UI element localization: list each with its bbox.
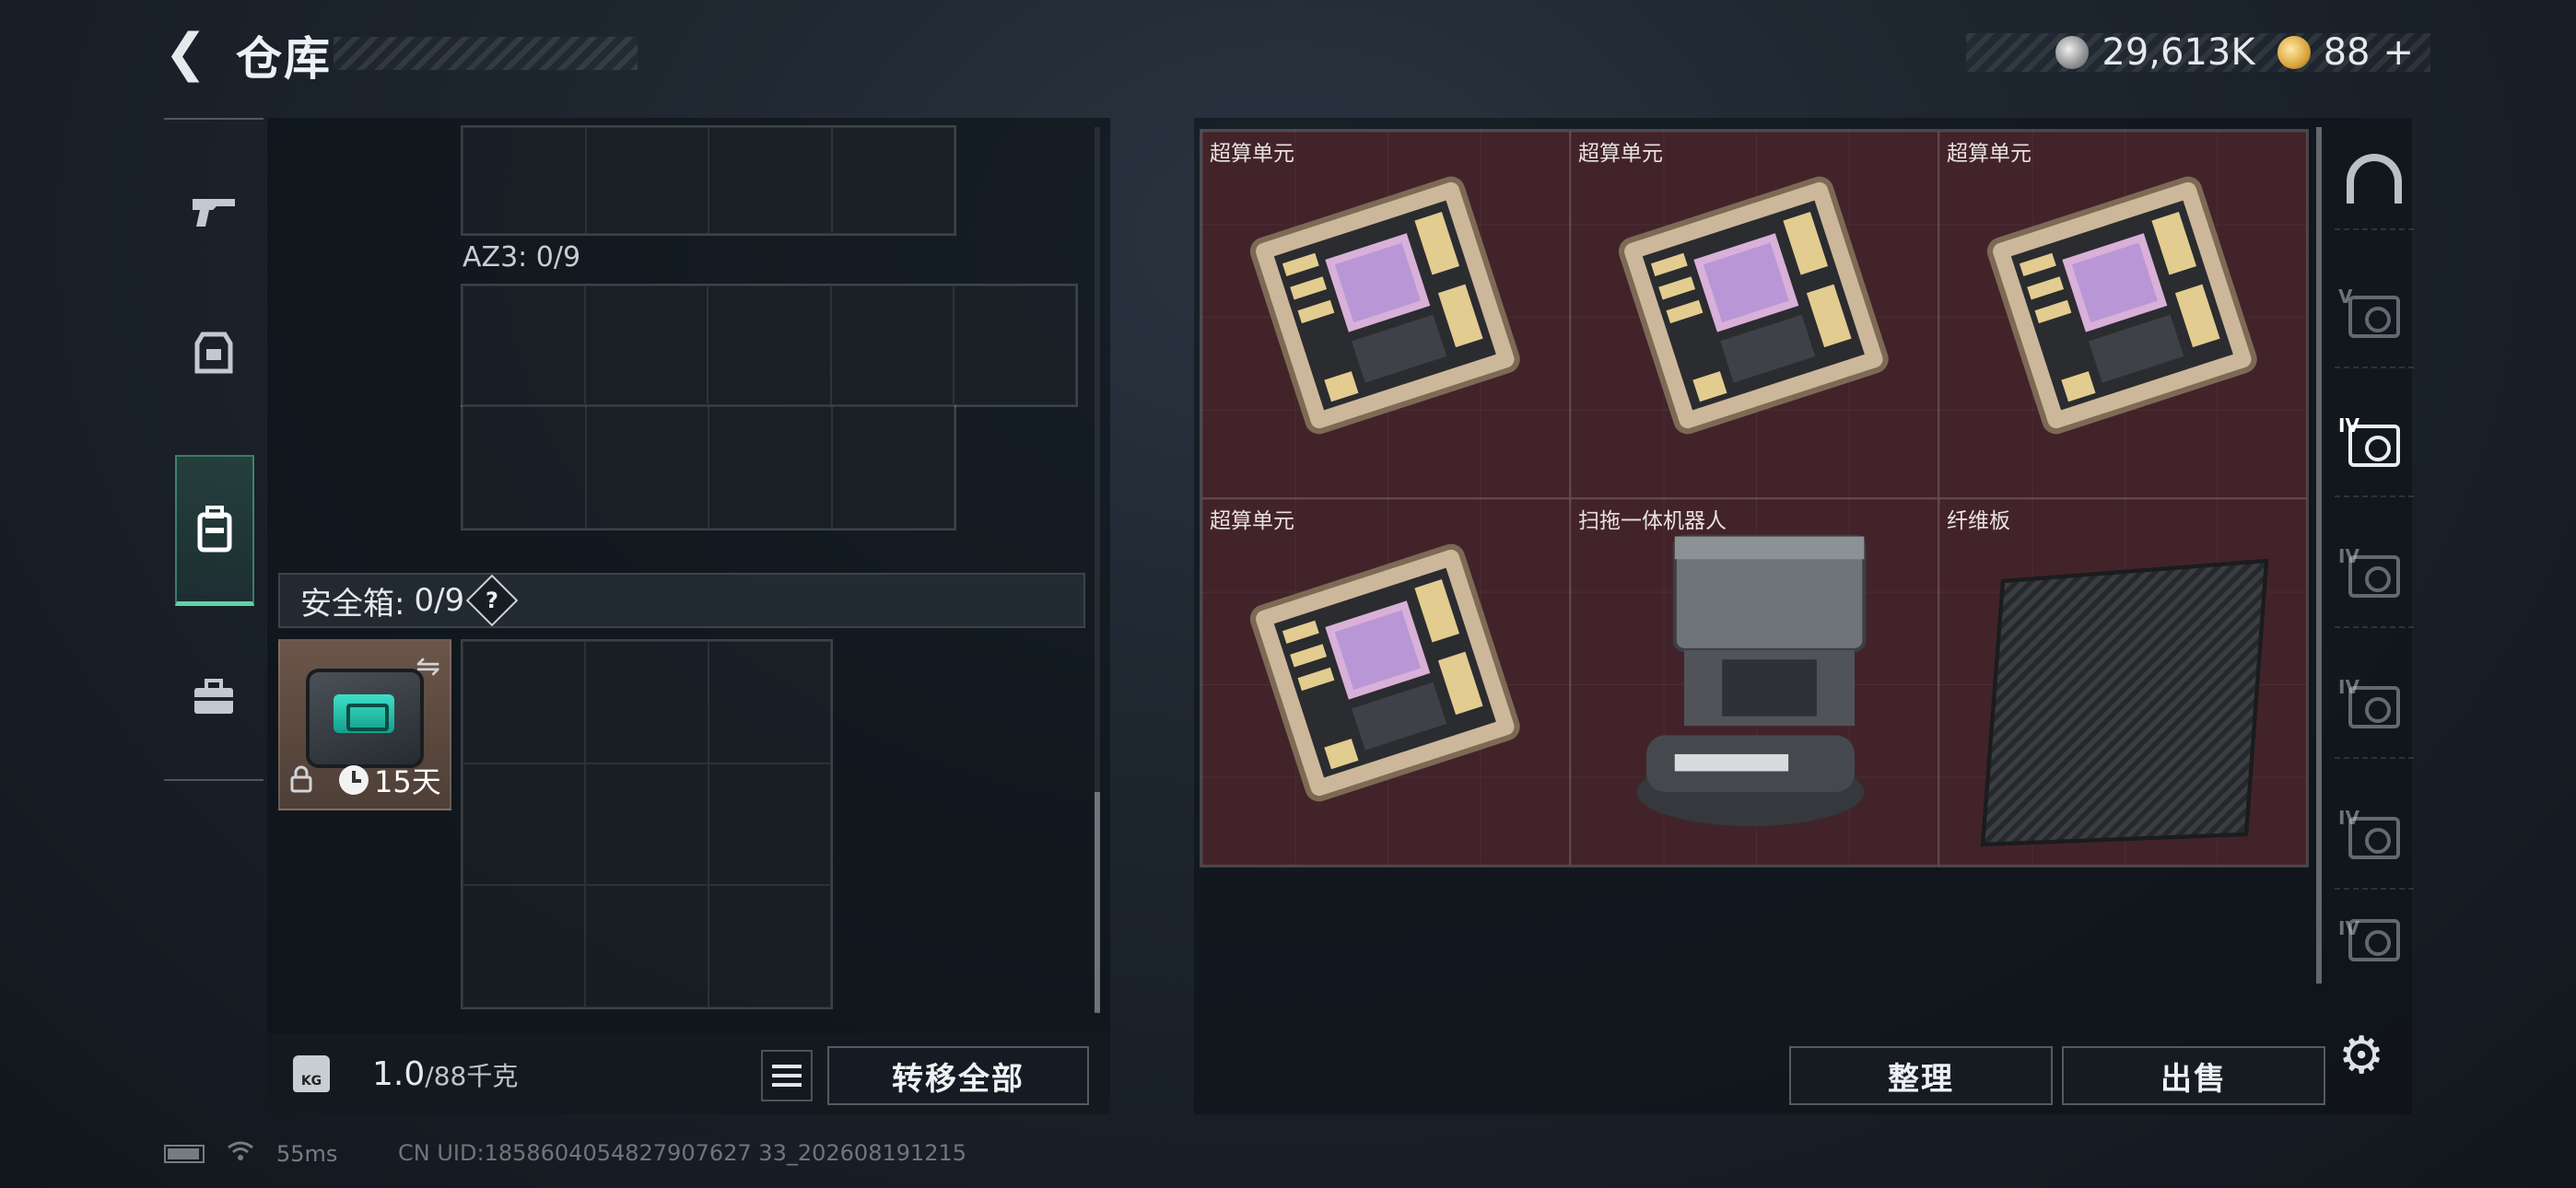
stash-item[interactable]: 超算单元 (1201, 131, 1570, 498)
robot-vacuum-icon (1636, 534, 1867, 827)
weapon-category-icon[interactable] (175, 157, 252, 267)
grid-cell[interactable] (830, 285, 954, 405)
category-sidebar (164, 118, 263, 781)
stash-item[interactable]: 超算单元 (1570, 131, 1938, 498)
silver-currency-value: 29,613K (2102, 31, 2255, 74)
back-icon[interactable]: ❮ (164, 28, 210, 79)
weight-capacity: /88千克 (425, 1061, 519, 1091)
clock-icon (339, 765, 369, 795)
wifi-icon (227, 1140, 254, 1168)
circuit-board-icon (1249, 176, 1520, 435)
safe-box-count: 0/9 (414, 582, 465, 619)
grid-cell[interactable] (585, 885, 708, 1007)
circuit-board-icon (1986, 176, 2257, 435)
safe-box-grid (461, 639, 833, 1009)
user-uid: CN UID:1858604054827907627 33_2026081912… (398, 1140, 967, 1166)
transfer-all-button[interactable]: 转移全部 (827, 1046, 1089, 1105)
item-name: 超算单元 (1210, 142, 1294, 166)
safe-box-header: 安全箱: 0/9 ? (278, 573, 1085, 628)
stash-item[interactable]: 纤维板 (1938, 498, 2307, 866)
weight-icon: KG (293, 1055, 330, 1092)
grid-cell[interactable] (463, 127, 586, 234)
fiber-board-icon (1980, 558, 2269, 847)
grid-cell[interactable] (585, 405, 708, 529)
tab-overview[interactable] (2335, 129, 2414, 230)
grid-cell[interactable] (831, 127, 954, 234)
item-name: 超算单元 (1947, 142, 2032, 166)
help-icon[interactable]: ? (465, 574, 519, 627)
ping-value: 55ms (276, 1141, 338, 1167)
sort-button[interactable]: 整理 (1789, 1046, 2053, 1105)
grid-cell[interactable] (708, 641, 831, 763)
battery-icon (164, 1145, 205, 1163)
grid-cell[interactable] (708, 885, 831, 1007)
container-label: AZ3: 0/9 (463, 241, 581, 274)
weight-value: 1.0 (372, 1055, 426, 1093)
grid-cell[interactable] (831, 405, 954, 529)
armor-category-icon[interactable] (175, 298, 252, 409)
rental-timer: 15天 (339, 759, 441, 801)
gold-coin-icon (2277, 36, 2311, 69)
stash-item[interactable]: 超算单元 (1938, 131, 2307, 498)
gear-icon[interactable]: ⚙ (2338, 1026, 2384, 1086)
grid-cell[interactable] (463, 641, 586, 763)
timer-value: 15天 (374, 764, 441, 799)
stash-grid: 超算单元 超算单元 超算单元 超算单元 扫拖一体机器人 纤维板 (1200, 129, 2309, 868)
sell-button[interactable]: 出售 (2062, 1046, 2325, 1105)
page-title: 仓库 (236, 32, 332, 86)
tab-stash-v[interactable]: V (2335, 267, 2414, 368)
grid-cell[interactable] (708, 127, 832, 234)
grid-cell[interactable] (585, 763, 708, 886)
grid-cell[interactable] (585, 285, 708, 405)
item-name: 超算单元 (1578, 142, 1663, 166)
grid-cell[interactable] (708, 763, 831, 886)
tab-stash-iv[interactable]: IV (2335, 527, 2414, 628)
safe-box-item[interactable]: ⇋ 15天 (278, 639, 451, 810)
item-name: 纤维板 (1947, 509, 2010, 533)
inventory-scroll-thumb[interactable] (1095, 792, 1100, 1013)
circuit-board-icon (1618, 176, 1889, 435)
status-bar: 55ms (164, 1140, 337, 1168)
stash-item[interactable]: 扫拖一体机器人 (1570, 498, 1938, 866)
tab-stash-iv[interactable]: IV (2335, 899, 2414, 982)
title-decoration (334, 37, 638, 70)
stash-tabs: V IV IV IV IV IV (2335, 129, 2414, 985)
silver-coin-icon (2055, 36, 2090, 69)
toolbox-category-icon[interactable] (175, 641, 252, 751)
grid-cell[interactable] (585, 127, 708, 234)
grid-cell[interactable] (463, 405, 586, 529)
circuit-board-icon (1249, 543, 1520, 802)
list-view-button[interactable] (761, 1050, 813, 1101)
arch-icon (2347, 154, 2402, 204)
grid-cell[interactable] (463, 885, 586, 1007)
grid-cell[interactable] (463, 285, 586, 405)
weight-display: 1.0/88千克 (372, 1055, 518, 1093)
grid-cell[interactable] (708, 285, 831, 405)
stash-scrollbar[interactable] (2316, 127, 2322, 984)
item-name: 扫拖一体机器人 (1578, 509, 1727, 533)
safe-case-image (306, 669, 424, 768)
safe-box-label: 安全箱: (300, 585, 405, 623)
grid-cell[interactable] (708, 405, 832, 529)
swap-icon[interactable]: ⇋ (416, 648, 440, 683)
tab-stash-iv-active[interactable]: IV (2335, 396, 2414, 497)
tab-stash-iv[interactable]: IV (2335, 658, 2414, 759)
add-currency-button[interactable]: + (2383, 31, 2414, 74)
stash-page-icon (2348, 296, 2400, 338)
container-grid-az3-row1 (461, 284, 1078, 407)
lock-icon (289, 765, 313, 799)
currency-bar: 29,613K 88 + (1966, 31, 2430, 74)
backpack-category-icon[interactable] (175, 455, 254, 606)
grid-cell[interactable] (585, 641, 708, 763)
item-name: 超算单元 (1210, 509, 1294, 533)
gold-currency-value: 88 (2323, 31, 2371, 74)
grid-cell[interactable] (953, 285, 1076, 405)
container-grid-top (461, 125, 956, 236)
tab-stash-iv[interactable]: IV (2335, 788, 2414, 890)
grid-cell[interactable] (463, 763, 586, 886)
stash-item[interactable]: 超算单元 (1201, 498, 1570, 866)
container-grid-az3-row2 (461, 405, 956, 530)
